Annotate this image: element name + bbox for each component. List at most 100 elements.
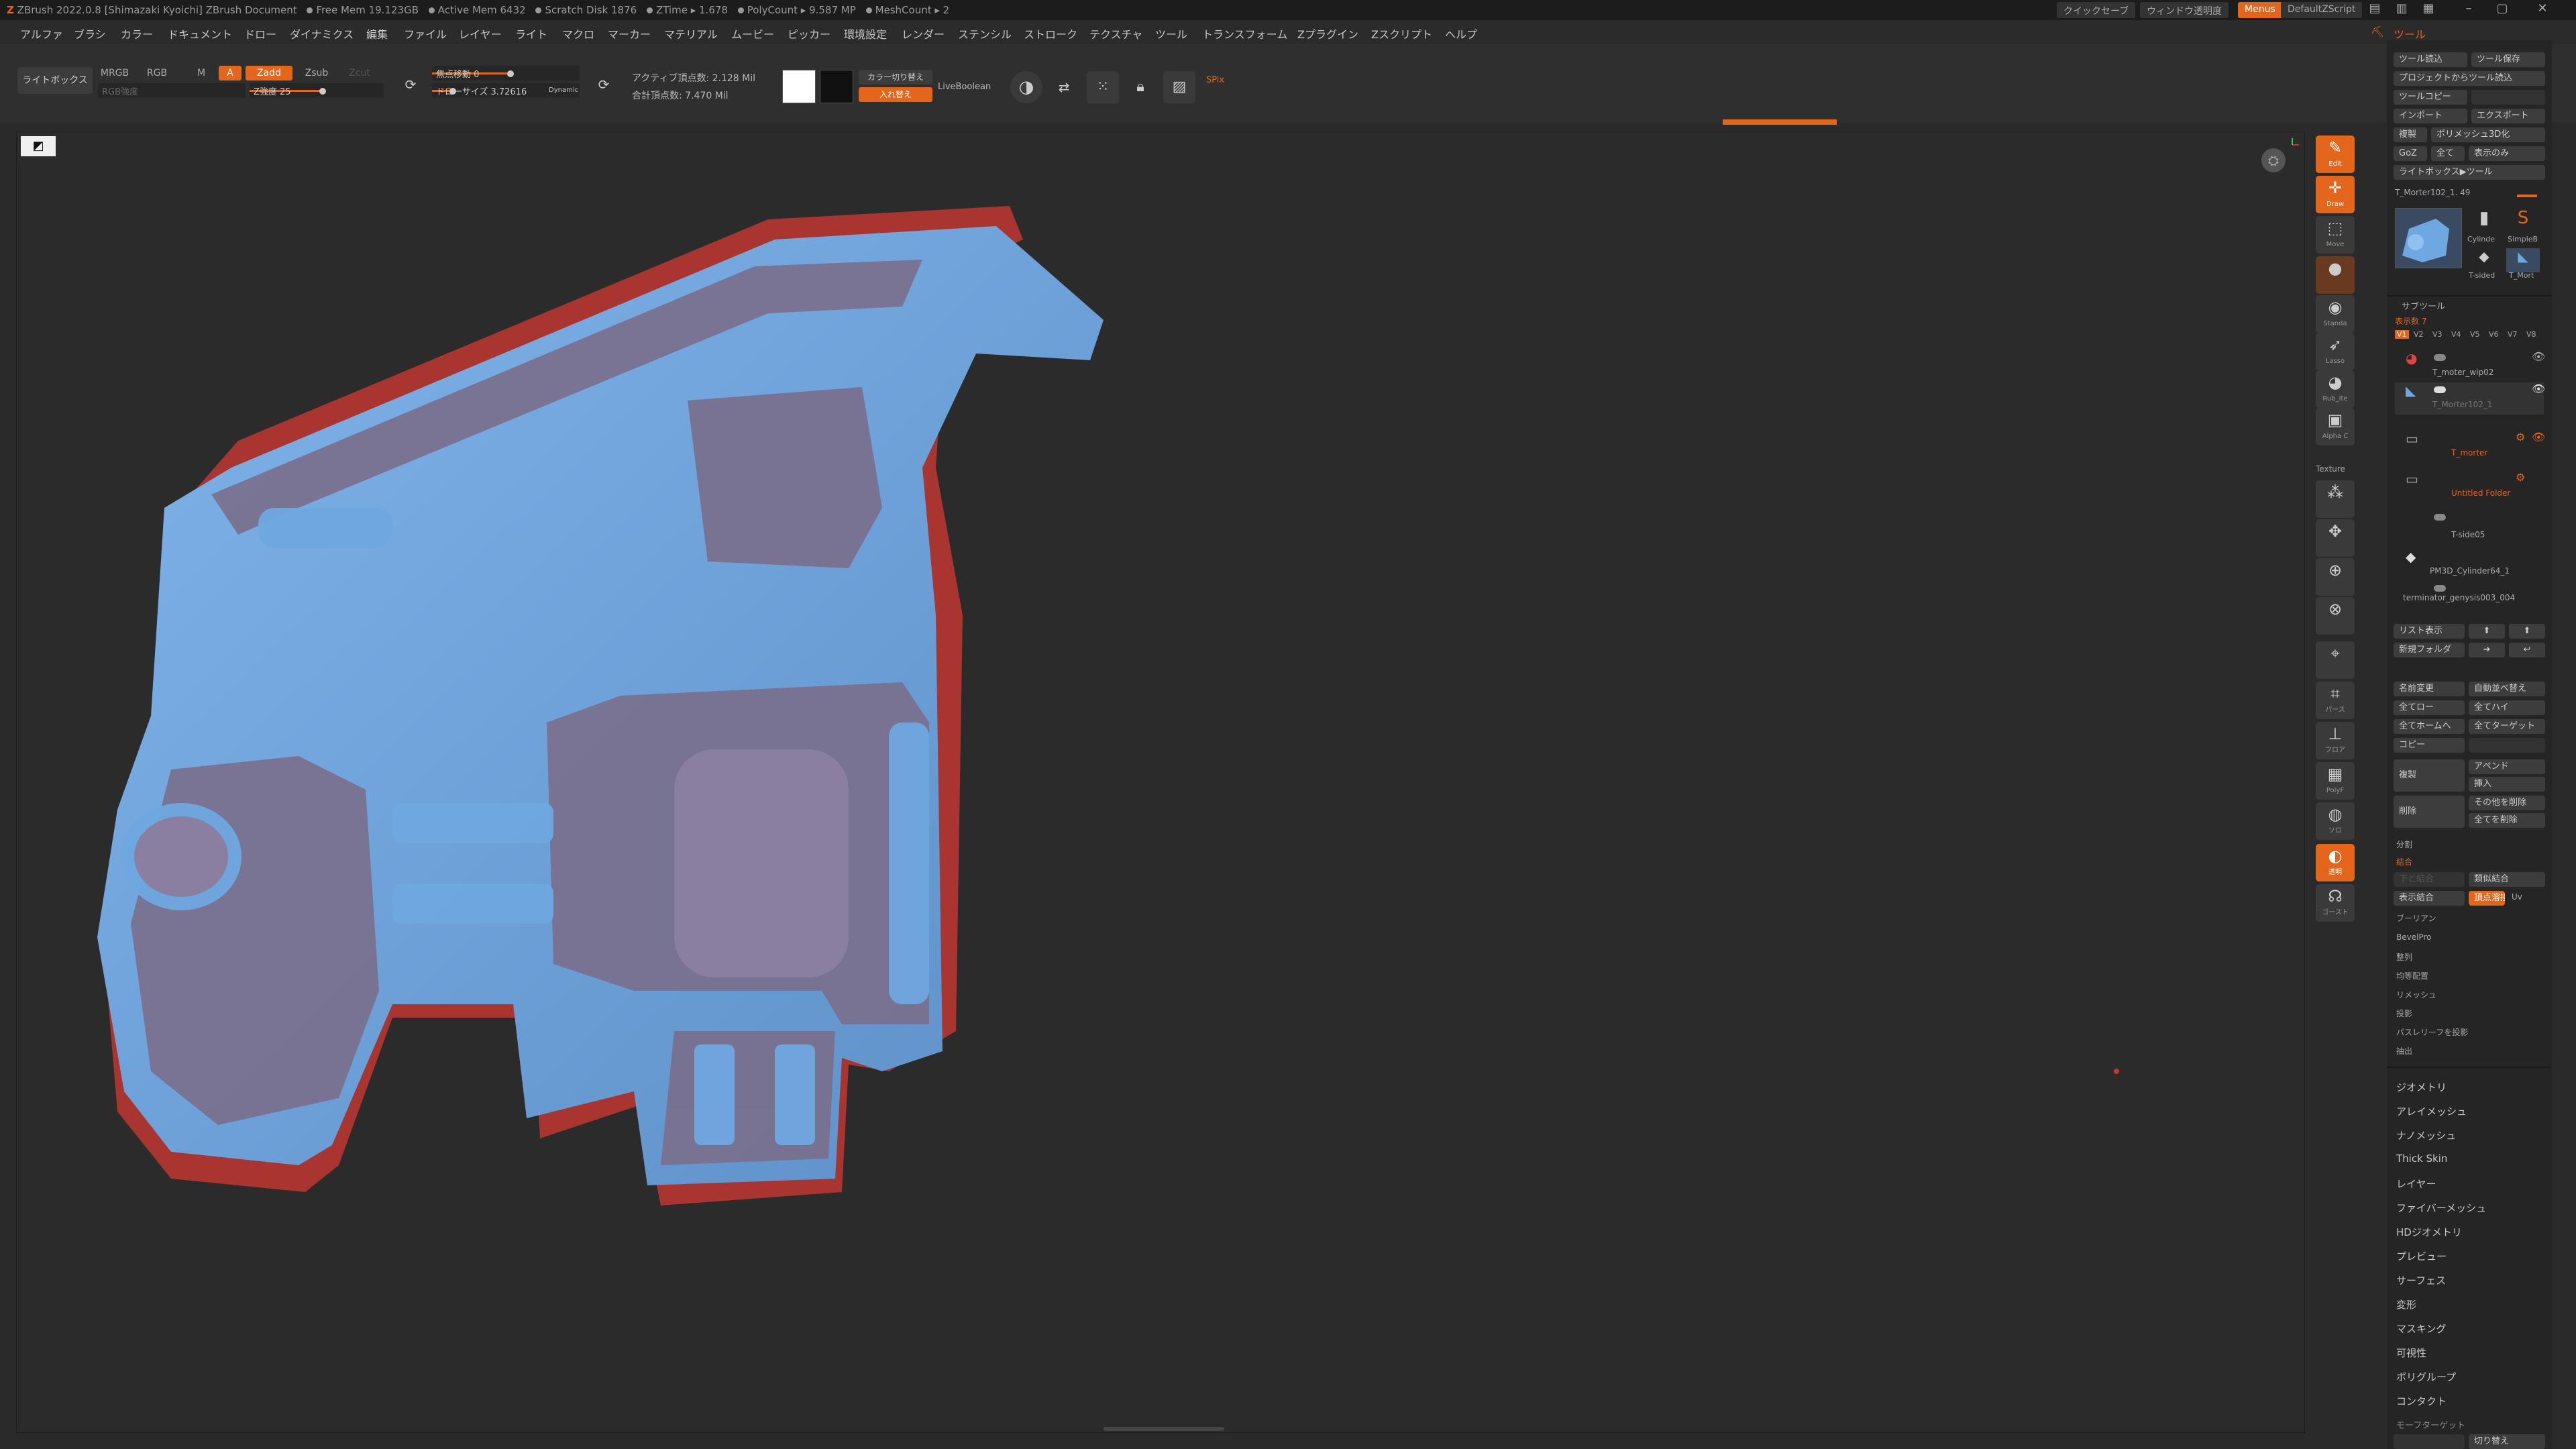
weld-button[interactable]: 頂点溶接	[2469, 891, 2505, 906]
liveboolean-button[interactable]: LiveBoolean	[938, 82, 991, 92]
tool-palette-tab[interactable]: ツール	[2394, 25, 2426, 42]
load-from-project-button[interactable]: プロジェクトからツール読込	[2394, 71, 2545, 86]
gear-icon[interactable]: ⚙	[2516, 431, 2525, 443]
split-section[interactable]: 分割	[2396, 839, 2412, 850]
lightbox-tools-button[interactable]: ライトボックス▶ツール	[2394, 165, 2545, 180]
subtool-row[interactable]: ◕ 👁︎ T_moter_wip02	[2395, 350, 2545, 382]
draw-button[interactable]: ✛ Draw	[2316, 176, 2355, 213]
main-color-swatch[interactable]	[782, 70, 816, 103]
new-folder-button[interactable]: 新規フォルダ	[2394, 643, 2465, 657]
all-button[interactable]: 全て	[2431, 146, 2465, 161]
menus-button[interactable]: Menus	[2238, 2, 2282, 18]
v-tab-1[interactable]: V1	[2395, 330, 2409, 339]
duplicate-button[interactable]: 複製	[2394, 759, 2465, 792]
visible-button[interactable]: 表示のみ	[2469, 146, 2545, 161]
toggle-chip-icon[interactable]	[2434, 386, 2446, 393]
menu-tool[interactable]: ツール	[1155, 25, 1187, 42]
canvas-viewport[interactable]: ◩ ⛭	[16, 131, 2305, 1433]
current-tool-thumbnail[interactable]	[2395, 208, 2462, 268]
layout2-icon[interactable]: ▥	[2388, 1, 2415, 19]
eye-icon[interactable]: 👁︎	[2532, 382, 2545, 395]
window-transparency-button[interactable]: ウィンドウ透明度	[2140, 2, 2229, 18]
menu-edit[interactable]: 編集	[366, 25, 388, 42]
section-surface[interactable]: サーフェス	[2396, 1273, 2446, 1287]
focal-shift-slider[interactable]: 焦点移動 0	[432, 66, 580, 80]
close-icon[interactable]: ✕	[2529, 1, 2556, 19]
section-contact[interactable]: コンタクト	[2396, 1394, 2447, 1408]
rgb-intensity-slider[interactable]: RGB強度	[98, 83, 246, 98]
delete-all-button[interactable]: 全てを削除	[2469, 813, 2545, 828]
menu-document[interactable]: ドキュメント	[168, 25, 232, 42]
select-button[interactable]: ⌖	[2316, 641, 2355, 679]
subtool-row[interactable]: T-side05	[2395, 510, 2544, 542]
layout3-icon[interactable]: ▦	[2415, 1, 2442, 19]
export-button[interactable]: エクスポート	[2471, 109, 2545, 123]
alpha-button[interactable]: ▣ Alpha C	[2316, 408, 2355, 445]
focal-shift-icon[interactable]: ⟳	[397, 71, 424, 98]
v-tab-4[interactable]: V4	[2451, 330, 2461, 339]
menu-picker[interactable]: ピッカー	[788, 25, 830, 42]
subtool-folder-row[interactable]: ▭ ⚙ 👁︎ T_morter	[2395, 431, 2545, 463]
edit-button[interactable]: ✎ Edit	[2316, 136, 2355, 173]
color-switch-button[interactable]: カラー切り替え	[859, 70, 932, 85]
delete-other-button[interactable]: その他を削除	[2469, 796, 2545, 810]
zcut-button[interactable]: Zcut	[343, 66, 376, 80]
menu-help[interactable]: ヘルプ	[1445, 25, 1477, 42]
lock-icon[interactable]: 🔒︎	[1124, 71, 1157, 103]
all-low-button[interactable]: 全てロー	[2394, 700, 2465, 715]
section-thick-skin[interactable]: Thick Skin	[2396, 1152, 2447, 1165]
section-deformation[interactable]: 変形	[2396, 1297, 2416, 1311]
texture-1-button[interactable]: ⁂	[2316, 480, 2355, 518]
project-section[interactable]: 投影	[2396, 1008, 2412, 1019]
bevelpro-section[interactable]: BevelPro	[2396, 932, 2431, 942]
section-layers[interactable]: レイヤー	[2396, 1177, 2436, 1191]
menu-movie[interactable]: ムービー	[731, 25, 774, 42]
uv-toggle[interactable]: Uv	[2512, 892, 2522, 902]
v-tab-8[interactable]: V8	[2526, 330, 2536, 339]
standard-brush-button[interactable]: ◉ Standa	[2316, 295, 2355, 333]
draw-size-icon[interactable]: ⟳	[590, 71, 617, 98]
all-to-home-button[interactable]: 全てホームへ	[2394, 719, 2465, 734]
morph-switch-button[interactable]: 切り替え	[2469, 1434, 2545, 1449]
zsub-button[interactable]: Zsub	[298, 66, 335, 80]
clone-button[interactable]: 複製	[2394, 127, 2427, 142]
lasso-button[interactable]: ➶ Lasso	[2316, 333, 2355, 370]
rgb-button[interactable]: RGB	[142, 66, 172, 80]
menu-stroke[interactable]: ストローク	[1024, 25, 1077, 42]
menu-dynamics[interactable]: ダイナミクス	[290, 25, 354, 42]
minimize-icon[interactable]: –	[2455, 1, 2482, 19]
toggle-chip-icon[interactable]	[2434, 354, 2446, 361]
v-tab-2[interactable]: V2	[2414, 330, 2424, 339]
menu-texture[interactable]: テクスチャ	[1089, 25, 1142, 42]
boolean-section[interactable]: ブーリアン	[2396, 912, 2436, 924]
z-intensity-slider[interactable]: Z強度 25	[250, 83, 384, 98]
move-button[interactable]: ⬚ Move	[2316, 216, 2355, 254]
polyframe-icon[interactable]: ▨	[1163, 71, 1195, 103]
make-polymesh-button[interactable]: ポリメッシュ3D化	[2431, 127, 2545, 142]
tool-slider-fill[interactable]	[2517, 195, 2537, 197]
merge-section[interactable]: 結合	[2396, 856, 2412, 867]
section-masking[interactable]: マスキング	[2396, 1322, 2447, 1336]
arrow-return-icon[interactable]: ↩	[2509, 643, 2545, 657]
section-arraymesh[interactable]: アレイメッシュ	[2396, 1104, 2467, 1118]
paste-button[interactable]	[2469, 738, 2545, 753]
menu-light[interactable]: ライト	[515, 25, 547, 42]
section-hd-geometry[interactable]: HDジオメトリ	[2396, 1225, 2462, 1239]
goz-button[interactable]: GoZ	[2394, 146, 2427, 161]
quicksave-button[interactable]: クイックセーブ	[2057, 2, 2136, 18]
transparency-button[interactable]: ◐ 透明	[2316, 844, 2355, 881]
subtool-row[interactable]: terminator_genysis003_004	[2395, 584, 2544, 604]
solo-button[interactable]: ◍ ソロ	[2316, 802, 2355, 840]
copy-button[interactable]: コピー	[2394, 738, 2465, 753]
model-render[interactable]	[17, 132, 2306, 1434]
move-down-icon[interactable]: ⬆	[2509, 624, 2545, 639]
subtool-row-selected[interactable]: ◣ 👁︎ T_Morter102_1	[2395, 382, 2545, 415]
menu-brush[interactable]: ブラシ	[74, 25, 106, 42]
all-high-button[interactable]: 全てハイ	[2469, 700, 2545, 715]
subtool-section-title[interactable]: サブツール	[2402, 299, 2445, 312]
load-tool-button[interactable]: ツール読込	[2394, 52, 2467, 67]
delete-button[interactable]: 削除	[2394, 796, 2465, 828]
paste-tool-button[interactable]	[2471, 90, 2545, 105]
eye-icon[interactable]: 👁︎	[2532, 350, 2545, 363]
section-morph-target[interactable]: モーフターゲット	[2396, 1418, 2465, 1431]
